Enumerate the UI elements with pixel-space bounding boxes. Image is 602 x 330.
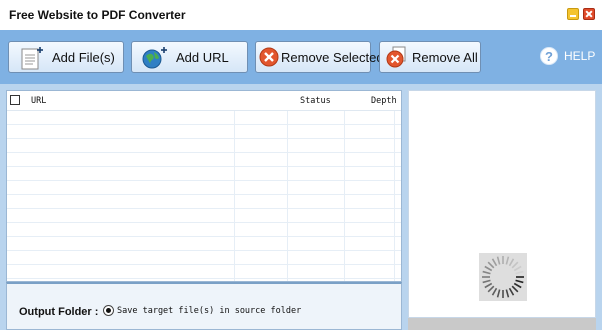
select-all-checkbox[interactable] — [10, 95, 20, 105]
title-bar: Free Website to PDF Converter — [0, 0, 602, 30]
add-files-button[interactable]: Add File(s) — [8, 41, 124, 73]
list-body — [7, 111, 401, 281]
output-folder-panel: Output Folder : Save target file(s) in s… — [6, 282, 402, 330]
remove-selected-button[interactable]: Remove Selected — [255, 41, 384, 73]
help-button[interactable]: ? HELP — [540, 47, 595, 65]
add-file-icon — [19, 45, 45, 74]
column-divider — [234, 111, 235, 281]
close-button[interactable] — [583, 8, 595, 20]
column-divider — [344, 111, 345, 281]
add-url-button[interactable]: Add URL — [131, 41, 248, 73]
remove-selected-label: Remove Selected — [281, 50, 384, 65]
list-header: URL Status Depth — [7, 91, 401, 111]
add-url-icon — [140, 45, 168, 74]
toolbar: Add File(s) Add URL Remove Selected Remo… — [0, 30, 602, 84]
main-area: URL Status Depth Output Folder : Save ta… — [0, 84, 602, 330]
column-depth[interactable]: Depth — [371, 96, 397, 106]
add-files-label: Add File(s) — [52, 50, 115, 65]
remove-all-button[interactable]: Remove All — [379, 41, 481, 73]
column-status[interactable]: Status — [300, 96, 331, 106]
column-url[interactable]: URL — [31, 96, 46, 106]
save-in-source-label[interactable]: Save target file(s) in source folder — [117, 306, 301, 316]
preview-status-strip — [408, 318, 596, 330]
column-divider — [287, 111, 288, 281]
output-folder-label: Output Folder : — [19, 306, 99, 318]
save-in-source-radio[interactable] — [103, 305, 114, 316]
remove-all-label: Remove All — [412, 50, 478, 65]
remove-all-icon — [385, 45, 409, 72]
remove-icon — [259, 47, 279, 70]
help-label: HELP — [564, 49, 596, 63]
window-title: Free Website to PDF Converter — [9, 8, 186, 22]
add-url-label: Add URL — [176, 50, 229, 65]
url-list[interactable]: URL Status Depth — [6, 90, 402, 282]
help-icon: ? — [540, 47, 558, 65]
column-divider — [394, 111, 395, 281]
preview-panel — [408, 90, 596, 318]
minimize-button[interactable] — [567, 8, 579, 20]
loading-spinner-icon — [479, 253, 527, 301]
